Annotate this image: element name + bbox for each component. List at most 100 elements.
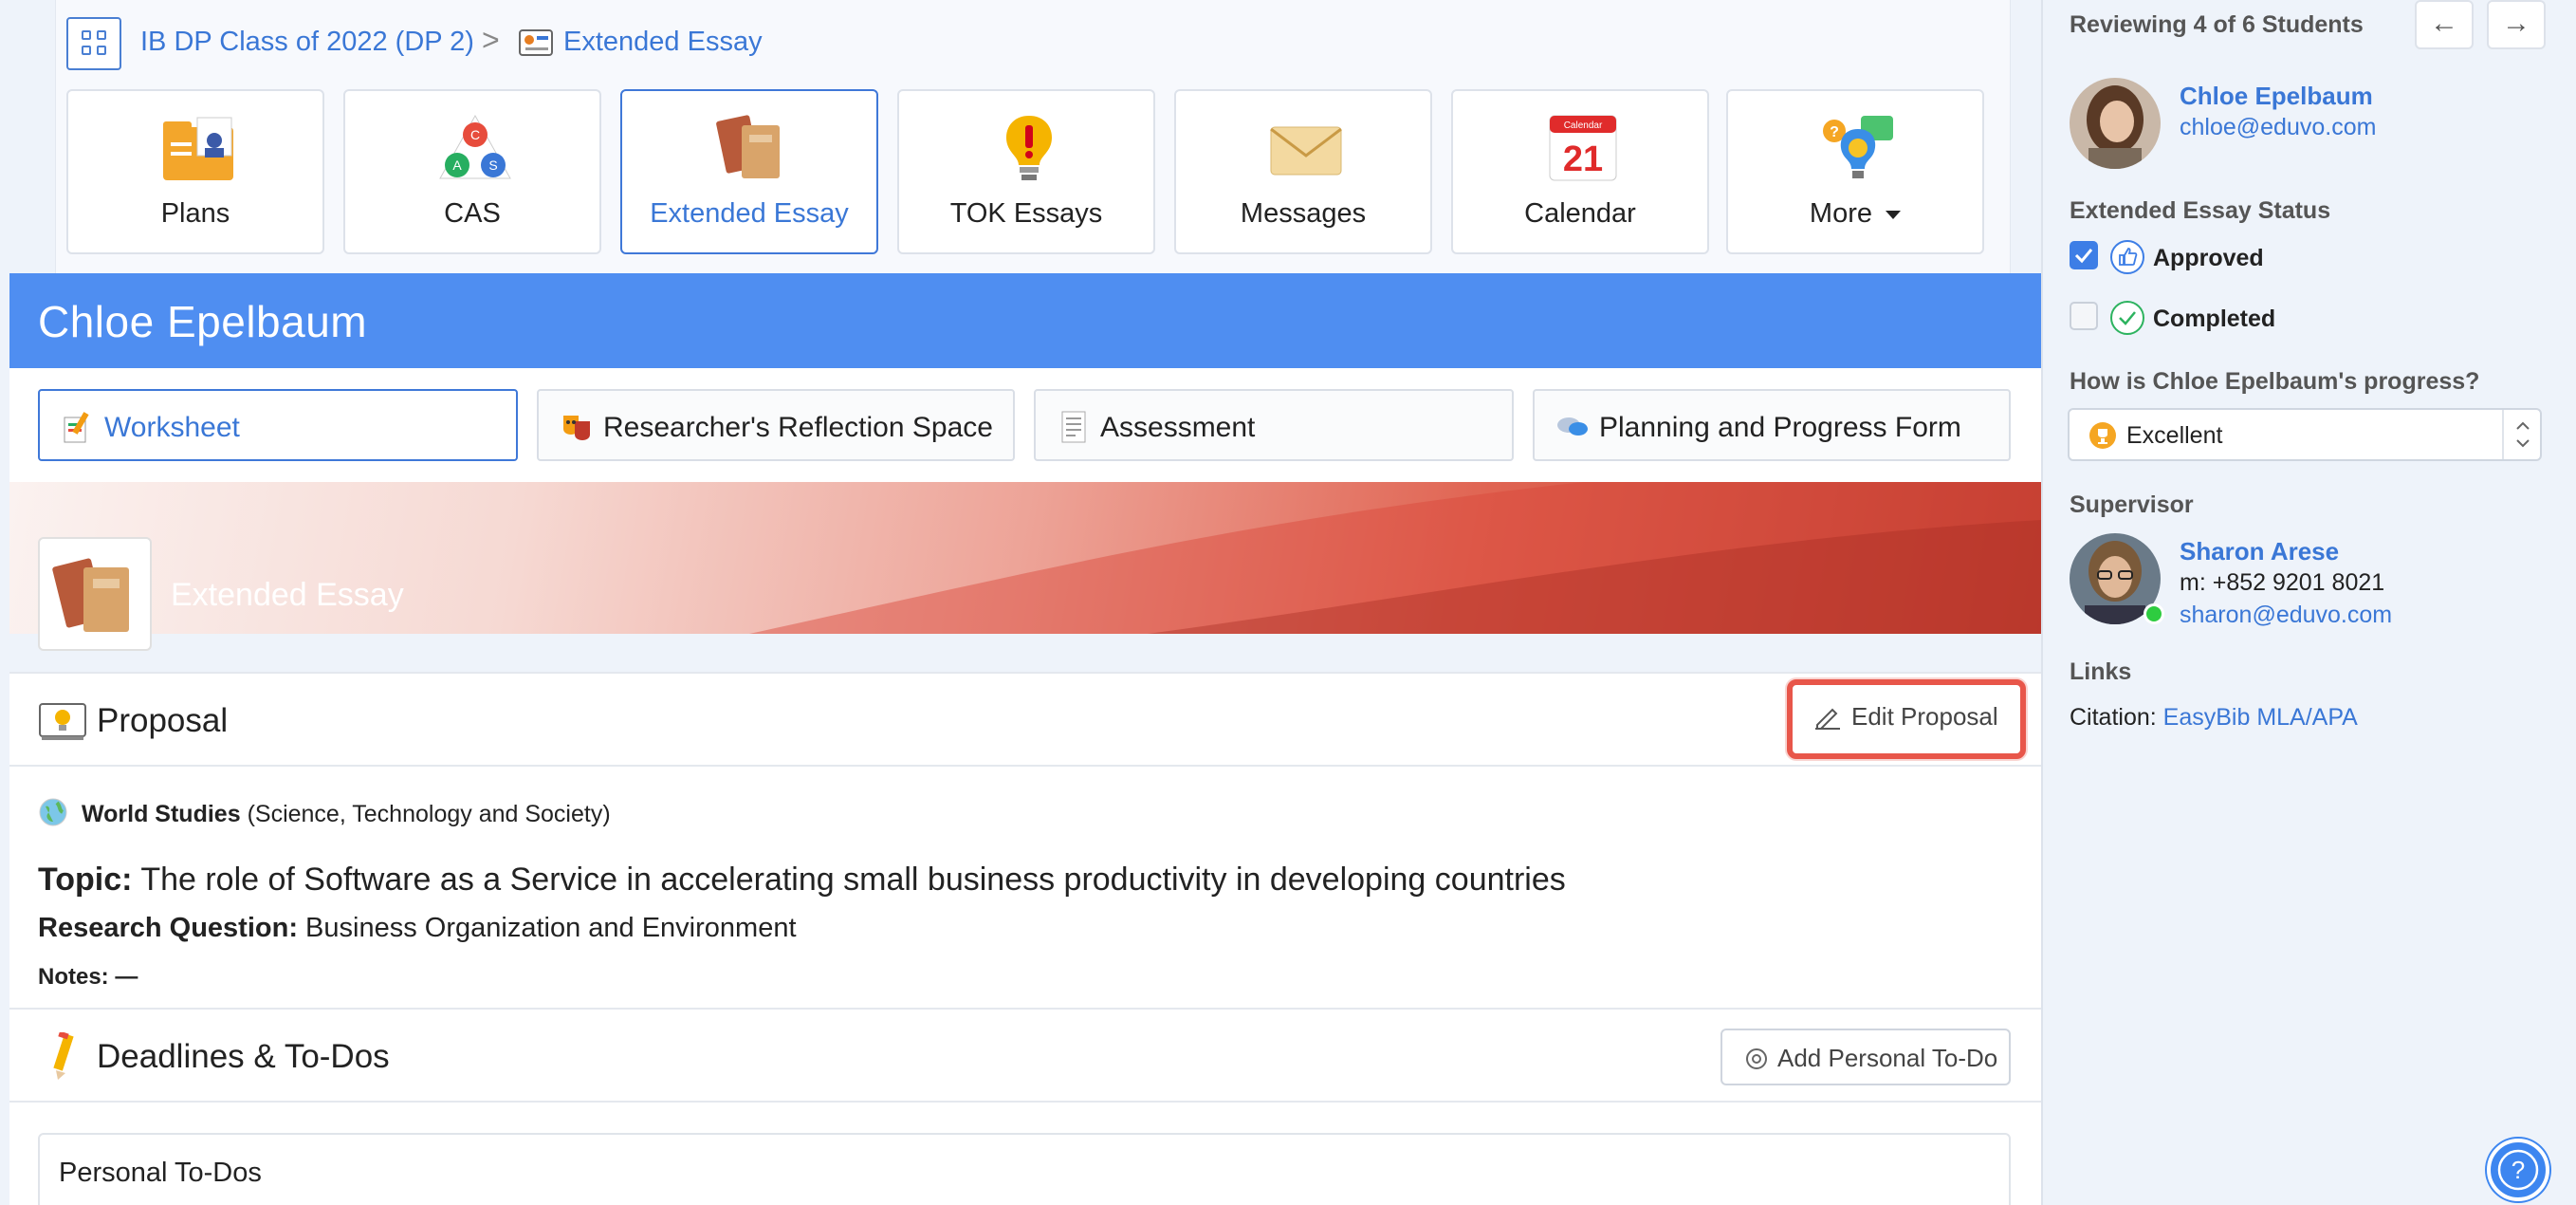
add-personal-todo-label: Add Personal To-Do bbox=[1777, 1044, 1998, 1072]
topic-line: Topic: The role of Software as a Service… bbox=[38, 862, 1566, 899]
check-icon bbox=[2074, 249, 2093, 264]
svg-text:?: ? bbox=[2512, 1156, 2525, 1184]
extended-essay-title: Extended Essay bbox=[171, 577, 404, 613]
supervisor-email-link[interactable]: sharon@eduvo.com bbox=[2180, 602, 2392, 629]
tab-label: Worksheet bbox=[104, 412, 240, 443]
apps-grid-icon[interactable] bbox=[66, 17, 121, 70]
approved-checkbox[interactable] bbox=[2070, 241, 2098, 269]
progress-select[interactable]: Excellent bbox=[2068, 408, 2542, 461]
cas-triangle-icon: C A S bbox=[439, 114, 511, 179]
app-tile-label: Calendar bbox=[1524, 198, 1636, 229]
app-tile-messages[interactable]: Messages bbox=[1174, 89, 1432, 254]
app-tile-label: Extended Essay bbox=[650, 198, 849, 229]
question-mark-icon: ? bbox=[2497, 1149, 2539, 1191]
plans-folder-icon bbox=[163, 117, 233, 180]
thumbs-up-icon bbox=[2110, 240, 2144, 274]
app-tile-more[interactable]: ? More bbox=[1726, 89, 1984, 254]
proposal-section-header: Proposal bbox=[9, 672, 2041, 767]
citation-link[interactable]: EasyBib MLA/APA bbox=[2163, 704, 2358, 731]
subject-detail: (Science, Technology and Society) bbox=[247, 801, 611, 827]
tab-label: Researcher's Reflection Space bbox=[603, 412, 993, 443]
extended-essay-books-icon bbox=[716, 115, 780, 178]
envelope-icon bbox=[1270, 126, 1342, 176]
breadcrumb-separator: > bbox=[482, 23, 500, 57]
personal-todos-label: Personal To-Dos bbox=[59, 1158, 262, 1188]
supervisor-phone: m: +852 9201 8021 bbox=[2180, 569, 2385, 596]
notes-line: Notes: — bbox=[38, 964, 138, 991]
cas-letter-s: S bbox=[488, 158, 497, 173]
student-name-link[interactable]: Chloe Epelbaum bbox=[2180, 82, 2373, 111]
breadcrumb-current[interactable]: Extended Essay bbox=[563, 27, 763, 58]
previous-student-button[interactable]: ← bbox=[2415, 0, 2474, 49]
notes-value: — bbox=[115, 964, 138, 990]
reflection-theater-icon bbox=[563, 416, 590, 440]
pencil-icon bbox=[1815, 708, 1840, 730]
edit-proposal-label: Edit Proposal bbox=[1851, 702, 1998, 731]
citation-line: Citation: EasyBib MLA/APA bbox=[2070, 704, 2358, 732]
app-tile-cas[interactable]: C A S CAS bbox=[343, 89, 601, 254]
tab-assessment[interactable]: Assessment bbox=[1034, 389, 1514, 461]
progress-question: How is Chloe Epelbaum's progress? bbox=[2070, 368, 2480, 395]
app-tile-extended-essay[interactable]: Extended Essay bbox=[620, 89, 878, 254]
app-tile-label: CAS bbox=[444, 198, 501, 229]
calendar-icon-header: Calendar bbox=[1564, 120, 1603, 131]
completed-checkbox[interactable] bbox=[2070, 302, 2098, 330]
app-tile-plans[interactable]: Plans bbox=[66, 89, 324, 254]
app-tile-calendar[interactable]: Calendar 21 Calendar bbox=[1451, 89, 1709, 254]
supervisor-label: Supervisor bbox=[2070, 491, 2194, 518]
student-name-heading: Chloe Epelbaum bbox=[38, 297, 368, 346]
deadlines-title: Deadlines & To-Dos bbox=[97, 1038, 390, 1075]
chevron-down-icon bbox=[1886, 210, 1902, 219]
svg-text:?: ? bbox=[1830, 124, 1839, 140]
breadcrumb-class-link[interactable]: IB DP Class of 2022 (DP 2) bbox=[140, 27, 474, 58]
links-label: Links bbox=[2070, 658, 2132, 685]
more-label: More bbox=[1809, 198, 1872, 229]
tab-planning-and-progress-form[interactable]: Planning and Progress Form bbox=[1533, 389, 2011, 461]
tab-researchers-reflection-space[interactable]: Researcher's Reflection Space bbox=[537, 389, 1015, 461]
notes-label: Notes: bbox=[38, 964, 109, 990]
online-status-indicator bbox=[2144, 603, 2164, 624]
globe-icon bbox=[39, 798, 67, 826]
select-stepper-icon bbox=[2502, 410, 2540, 459]
cas-letter-c: C bbox=[470, 127, 480, 142]
worksheet-icon bbox=[64, 412, 89, 443]
student-banner: Chloe Epelbaum bbox=[9, 273, 2041, 368]
help-button[interactable]: ? bbox=[2487, 1139, 2549, 1201]
student-avatar[interactable] bbox=[2070, 78, 2161, 169]
edit-proposal-button[interactable]: Edit Proposal bbox=[1787, 679, 2026, 759]
tab-label: Assessment bbox=[1100, 412, 1256, 443]
pencil-icon bbox=[53, 1032, 74, 1080]
status-label: Extended Essay Status bbox=[2070, 197, 2331, 224]
add-personal-todo-button[interactable]: Add Personal To-Do bbox=[1720, 1029, 2011, 1085]
research-question-label: Research Question: bbox=[38, 913, 298, 943]
subject-name: World Studies bbox=[82, 801, 241, 827]
app-tile-tok-essays[interactable]: TOK Essays bbox=[897, 89, 1155, 254]
app-tile-label: More bbox=[1728, 198, 1982, 230]
app-tile-label: Messages bbox=[1240, 198, 1367, 229]
tab-label: Planning and Progress Form bbox=[1599, 412, 1961, 443]
cas-letter-a: A bbox=[452, 158, 462, 173]
approved-label: Approved bbox=[2153, 245, 2264, 271]
reviewing-count: Reviewing 4 of 6 Students bbox=[2070, 11, 2364, 38]
lightbulb-exclamation-icon bbox=[1005, 116, 1053, 180]
speech-bubbles-icon bbox=[1557, 417, 1588, 436]
more-apps-icon: ? bbox=[1823, 116, 1893, 178]
app-tile-label: TOK Essays bbox=[949, 198, 1103, 229]
citation-label: Citation: bbox=[2070, 704, 2157, 731]
target-plus-icon bbox=[1746, 1048, 1767, 1069]
trophy-icon bbox=[2089, 422, 2116, 449]
assessment-doc-icon bbox=[1061, 411, 1086, 443]
proposal-title: Proposal bbox=[97, 702, 229, 739]
supervisor-name-link[interactable]: Sharon Arese bbox=[2180, 537, 2339, 566]
progress-value: Excellent bbox=[2126, 422, 2223, 449]
next-student-button[interactable]: → bbox=[2487, 0, 2546, 49]
student-email-link[interactable]: chloe@eduvo.com bbox=[2180, 114, 2376, 141]
research-question-line: Research Question: Business Organization… bbox=[38, 913, 797, 944]
proposal-board-icon bbox=[39, 703, 86, 740]
app-tile-label: Plans bbox=[160, 198, 230, 229]
tab-worksheet[interactable]: Worksheet bbox=[38, 389, 518, 461]
research-question-value: Business Organization and Environment bbox=[305, 913, 797, 943]
extended-essay-small-icon bbox=[519, 29, 553, 56]
student-review-sidebar: Reviewing 4 of 6 Students ← → Chloe Epel… bbox=[2041, 0, 2576, 1205]
personal-todos-card: Personal To-Dos bbox=[38, 1133, 2011, 1205]
